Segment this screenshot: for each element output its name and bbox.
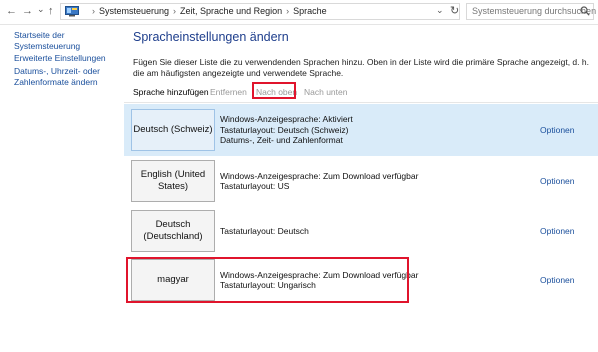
page-title: Spracheinstellungen ändern — [133, 30, 289, 44]
language-row[interactable]: Deutsch (Deutschland) Tastaturlayout: De… — [124, 205, 598, 257]
language-detail-line: Datums-, Zeit- und Zahlenformat — [220, 135, 343, 146]
forward-arrow-icon[interactable]: → — [22, 5, 33, 17]
language-detail-line: Tastaturlayout: US — [220, 181, 290, 191]
search-placeholder: Systemsteuerung durchsuchen — [472, 6, 597, 16]
move-up-highlight — [252, 82, 296, 99]
language-detail-line: Windows-Anzeigesprache: Zum Download ver… — [220, 170, 419, 181]
address-bar: ← → ⌄ ↑ › Systemsteuerung › Zeit, Sprache u… — [0, 0, 598, 25]
options-link[interactable]: Optionen — [540, 226, 575, 236]
language-button[interactable]: Deutsch (Schweiz) — [131, 109, 215, 151]
breadcrumb-chevron-icon: › — [173, 6, 177, 16]
breadcrumb: › Systemsteuerung › Zeit, Sprache und Regio… — [88, 6, 327, 16]
language-details: Windows-Anzeigesprache: Zum Download ver… — [220, 155, 418, 207]
refresh-icon[interactable]: ↻ — [450, 4, 459, 17]
sidebar-link-advanced-settings[interactable]: Erweiterte Einstellungen — [14, 53, 124, 64]
options-link[interactable]: Optionen — [540, 275, 575, 285]
up-arrow-icon[interactable]: ↑ — [48, 5, 54, 17]
language-detail-line: Tastaturlayout: Deutsch — [220, 225, 309, 236]
breadcrumb-chevron-icon: › — [92, 6, 95, 16]
options-link[interactable]: Optionen — [540, 176, 575, 186]
magyar-row-highlight — [126, 257, 409, 303]
search-icon[interactable] — [580, 6, 590, 16]
move-down-button[interactable]: Nach unten — [304, 87, 347, 97]
language-row[interactable]: English (United States) Windows-Anzeiges… — [124, 155, 598, 207]
recent-locations-icon[interactable]: ⌄ — [37, 4, 45, 15]
toolbar-divider — [124, 102, 598, 103]
breadcrumb-chevron-icon: › — [286, 6, 290, 16]
page-description: Fügen Sie dieser Liste die zu verwendend… — [133, 57, 589, 78]
language-details: Windows-Anzeigesprache: Aktiviert Tastat… — [220, 104, 353, 156]
breadcrumb-item[interactable]: Systemsteuerung — [99, 6, 169, 16]
control-panel-icon — [65, 6, 79, 17]
language-detail-line: Tastaturlayout: Deutsch (Schweiz) — [220, 124, 349, 135]
back-arrow-icon[interactable]: ← — [6, 5, 17, 17]
language-button[interactable]: Deutsch (Deutschland) — [131, 210, 215, 252]
add-language-button[interactable]: Sprache hinzufügen — [133, 87, 209, 97]
sidebar-link-date-time-formats[interactable]: Datums-, Uhrzeit- oder Zahlenformate änd… — [14, 66, 114, 88]
language-button[interactable]: English (United States) — [131, 160, 215, 202]
options-link[interactable]: Optionen — [540, 125, 575, 135]
sidebar-link-control-panel-home[interactable]: Startseite der Systemsteuerung — [14, 30, 124, 52]
language-row[interactable]: Deutsch (Schweiz) Windows-Anzeigesprache… — [124, 104, 598, 156]
breadcrumb-item[interactable]: Sprache — [293, 6, 327, 16]
language-details: Tastaturlayout: Deutsch — [220, 205, 309, 257]
address-dropdown-icon[interactable]: ⌄ — [436, 5, 444, 16]
remove-button[interactable]: Entfernen — [210, 87, 247, 97]
language-detail-line: Windows-Anzeigesprache: Aktiviert — [220, 114, 353, 125]
breadcrumb-item[interactable]: Zeit, Sprache und Region — [180, 6, 282, 16]
